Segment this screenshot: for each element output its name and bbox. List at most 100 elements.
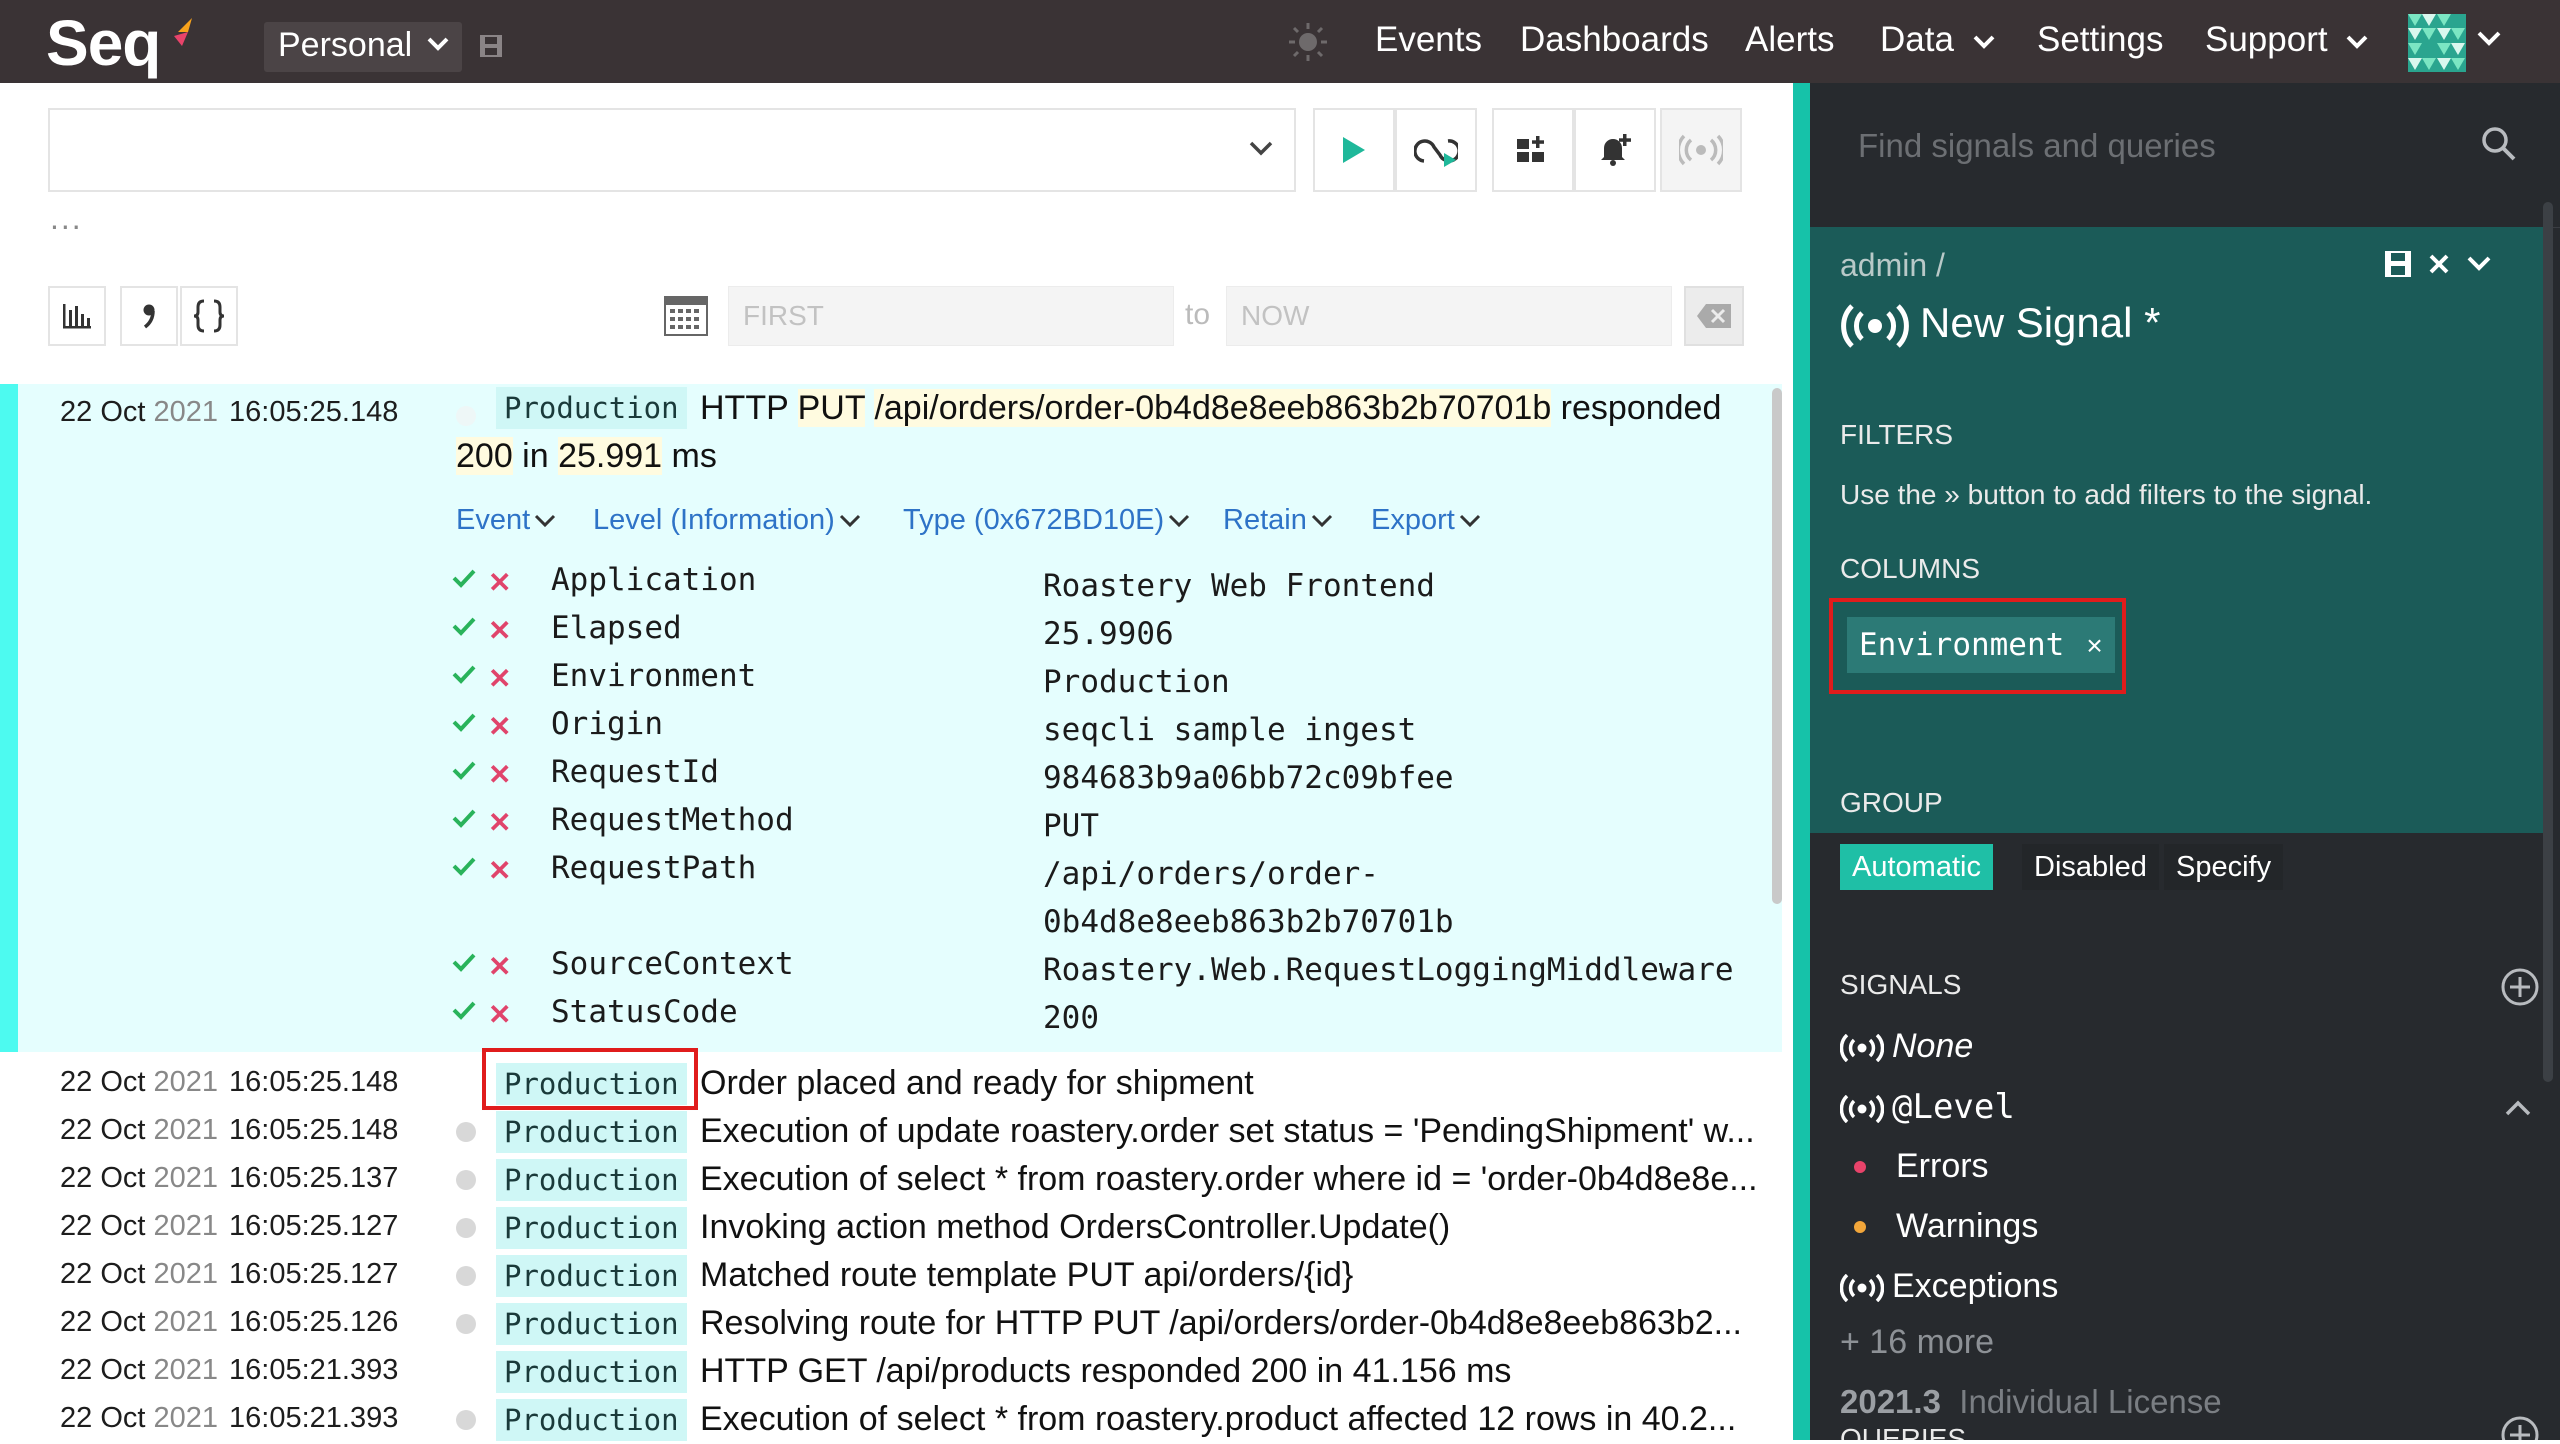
save-icon[interactable] [478,33,504,59]
tail-button[interactable] [1395,108,1477,192]
exclude-filter-icon[interactable]: ✕ [488,566,511,599]
add-alert-button[interactable] [1574,108,1656,192]
signal-item-level[interactable]: @Level [1839,1087,2015,1127]
event-row[interactable]: 22 Oct 2021 16:05:25.127 Production Invok… [0,1204,1782,1252]
date-to-input[interactable]: NOW [1226,286,1672,346]
event-row[interactable]: 22 Oct 2021 16:05:25.148 Production Execu… [0,1108,1782,1156]
environment-column[interactable]: Production [496,1399,687,1441]
save-icon[interactable] [2383,249,2413,279]
date-from-input[interactable]: FIRST [728,286,1174,346]
property-value: Production [1043,664,1230,700]
nav-alerts[interactable]: Alerts [1745,20,1834,60]
event-row[interactable]: 22 Oct 2021 16:05:21.393 Production HTTP … [0,1348,1782,1396]
retain-menu[interactable]: Retain [1223,504,1333,537]
environment-column[interactable]: Production [496,387,687,429]
type-menu[interactable]: Type (0x672BD10E) [903,504,1190,537]
chevron-down-icon[interactable] [2466,255,2492,273]
property-name: RequestPath [551,850,757,886]
event-year: 2021 [153,1066,219,1098]
query-input[interactable] [48,108,1296,192]
nav-support[interactable]: Support [2205,20,2369,60]
nav-events[interactable]: Events [1375,20,1482,60]
msg-token-path[interactable]: /api/orders/order-0b4d8e8eeb863b2b70701b [874,389,1552,427]
include-filter-icon[interactable] [452,616,476,636]
event-row[interactable]: 22 Oct 2021 16:05:21.393 Production Execu… [0,1396,1782,1444]
seq-logo[interactable]: Seq [46,6,161,80]
signal-title[interactable]: New Signal * [1840,299,2160,348]
include-filter-icon[interactable] [452,808,476,828]
exclude-filter-icon[interactable]: ✕ [488,998,511,1031]
json-button[interactable] [180,286,238,346]
event-row[interactable]: 22 Oct 2021 16:05:25.137 Production Execu… [0,1156,1782,1204]
exclude-filter-icon[interactable]: ✕ [488,662,511,695]
include-filter-icon[interactable] [452,760,476,780]
signal-item-exceptions[interactable]: Exceptions [1839,1267,2058,1306]
chevron-down-icon[interactable] [2476,30,2502,48]
msg-token-elapsed[interactable]: 25.991 [558,437,663,475]
signal-item-warnings[interactable]: Warnings [1896,1207,2038,1246]
event-row[interactable]: 22 Oct 2021 16:05:25.126 Production Resol… [0,1300,1782,1348]
chevron-up-icon[interactable] [2504,1099,2532,1117]
signal-item-errors[interactable]: Errors [1896,1147,1989,1186]
add-signal-icon[interactable] [2500,967,2540,1007]
quote-button[interactable] [120,286,178,346]
query-ellipsis[interactable]: ... [50,200,83,237]
events-scrollbar[interactable] [1772,388,1782,904]
exclude-filter-icon[interactable]: ✕ [488,854,511,887]
expanded-event[interactable]: 22 Oct 2021 16:05:25.148 Production HTTP… [0,384,1782,1052]
nav-support-label: Support [2205,20,2328,59]
property-name: Origin [551,706,663,742]
environment-column[interactable]: Production [496,1351,687,1393]
environment-column[interactable]: Production [496,1159,687,1201]
level-menu[interactable]: Level (Information) [593,504,861,537]
export-menu[interactable]: Export [1371,504,1481,537]
environment-column[interactable]: Production [496,1303,687,1345]
chevron-down-icon[interactable] [1248,140,1274,158]
exclude-filter-icon[interactable]: ✕ [488,614,511,647]
nav-dashboards[interactable]: Dashboards [1520,20,1709,60]
environment-column[interactable]: Production [496,1255,687,1297]
workspace-selector[interactable]: Personal [264,22,462,72]
exclude-filter-icon[interactable]: ✕ [488,758,511,791]
nav-data[interactable]: Data [1880,20,1996,60]
include-filter-icon[interactable] [452,568,476,588]
user-avatar[interactable] [2408,14,2466,72]
include-filter-icon[interactable] [452,856,476,876]
nav-settings[interactable]: Settings [2037,20,2163,60]
include-filter-icon[interactable] [452,712,476,732]
clear-dates-button[interactable] [1684,286,1744,346]
save-signal-button[interactable] [1660,108,1742,192]
event-row[interactable]: 22 Oct 2021 16:05:25.148 Production Order… [0,1060,1782,1108]
run-query-button[interactable] [1313,108,1395,192]
add-query-icon[interactable] [2500,1415,2540,1440]
environment-column[interactable]: Production [496,1111,687,1153]
msg-token-status[interactable]: 200 [456,437,513,475]
more-signals-link[interactable]: + 16 more [1840,1323,1994,1362]
exclude-filter-icon[interactable]: ✕ [488,806,511,839]
include-filter-icon[interactable] [452,952,476,972]
histogram-button[interactable] [48,286,106,346]
event-date: 22 Oct [60,1306,146,1338]
add-to-dashboard-button[interactable] [1492,108,1574,192]
event-message: Matched route template PUT api/orders/{i… [700,1256,1354,1294]
include-filter-icon[interactable] [452,1000,476,1020]
event-date: 22 Oct [60,1258,146,1290]
exclude-filter-icon[interactable]: ✕ [488,950,511,983]
exclude-filter-icon[interactable]: ✕ [488,710,511,743]
theme-toggle-icon[interactable] [1288,22,1328,62]
close-icon[interactable] [2428,253,2450,275]
search-icon[interactable] [2480,125,2518,163]
event-message-line2[interactable]: 200 in 25.991 ms [456,432,717,480]
calendar-icon[interactable] [664,296,708,336]
msg-token-method[interactable]: PUT [797,389,865,427]
include-filter-icon[interactable] [452,664,476,684]
group-heading: GROUP [1840,787,1943,818]
event-row[interactable]: 22 Oct 2021 16:05:25.127 Production Match… [0,1252,1782,1300]
signal-search-input[interactable]: Find signals and queries [1858,127,2216,165]
panel-scrollbar[interactable] [2543,202,2553,1082]
signal-item-none[interactable]: None [1839,1027,1973,1066]
event-message[interactable]: HTTP PUT /api/orders/order-0b4d8e8eeb863… [700,384,1721,432]
queries-heading: QUERIES [1840,1425,1966,1440]
event-menu[interactable]: Event [456,504,556,537]
environment-column[interactable]: Production [496,1207,687,1249]
